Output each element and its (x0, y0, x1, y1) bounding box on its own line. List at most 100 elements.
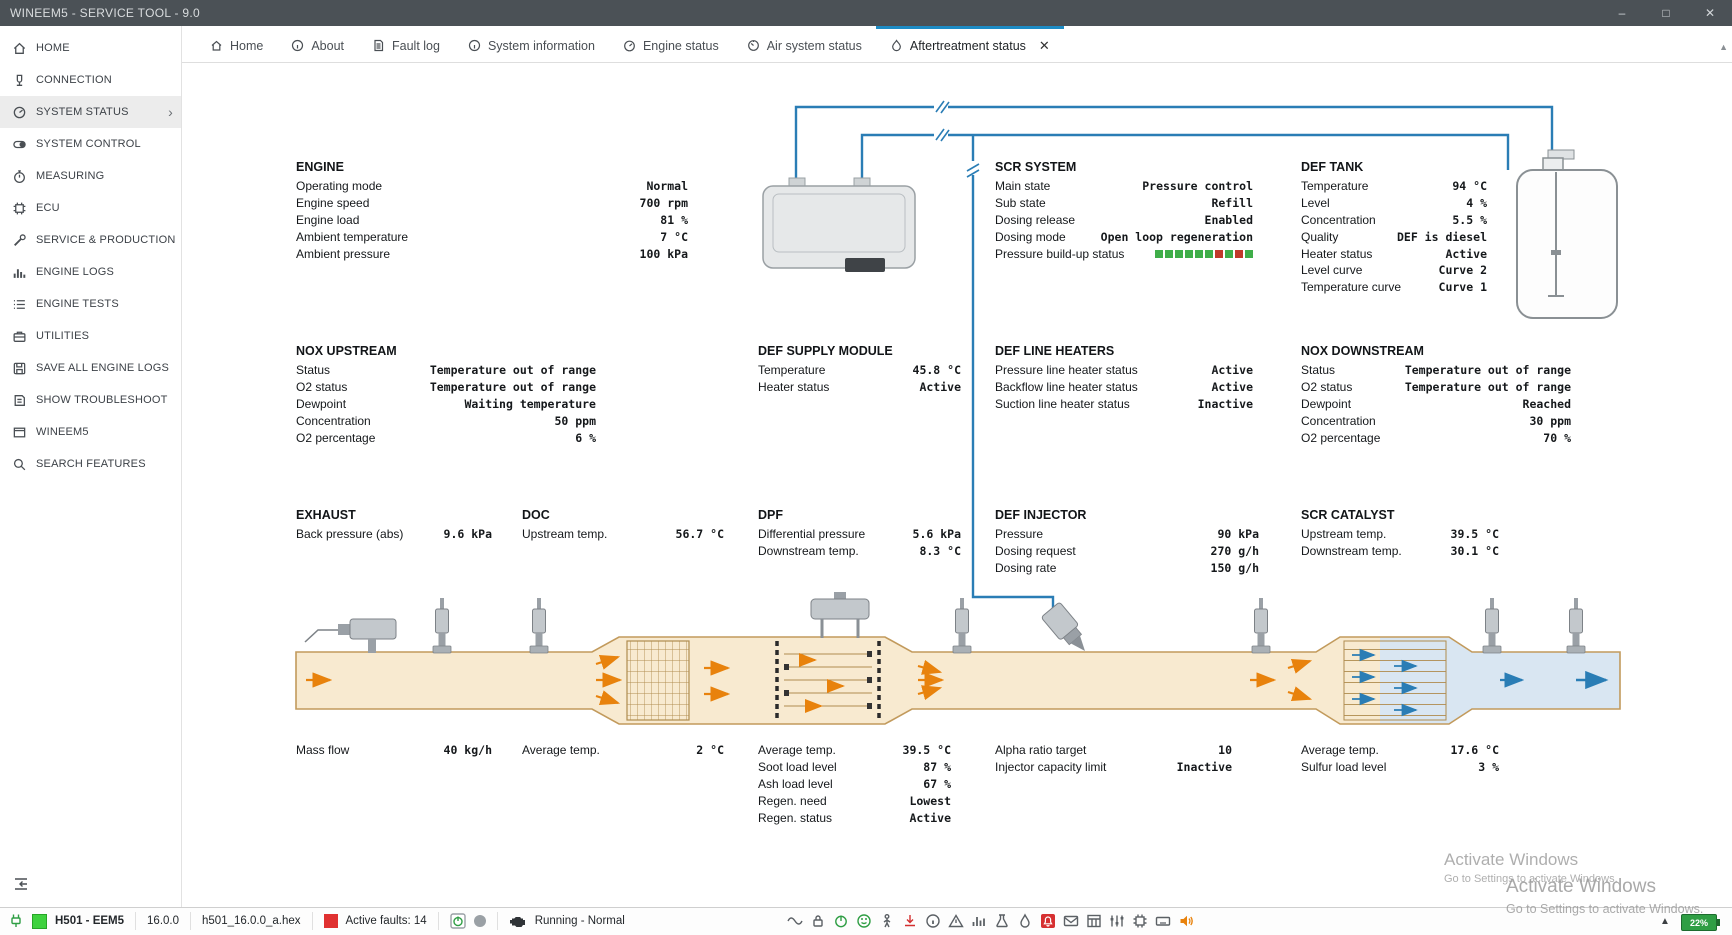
panel-dpf-bottom: Average temp.39.5 °CSoot load level87 %A… (758, 742, 951, 826)
minimize-button[interactable]: – (1600, 0, 1644, 26)
sidebar-item-label: CONNECTION (36, 74, 112, 86)
row-label: Upstream temp. (522, 527, 607, 541)
save-icon (12, 361, 27, 376)
row-label: Quality (1301, 230, 1338, 244)
stick-figure-icon[interactable] (879, 913, 895, 929)
status-square (1215, 250, 1223, 258)
row-value: Active (1211, 363, 1253, 377)
sidebar-item-utilities[interactable]: UTILITIES (0, 320, 181, 352)
chip-icon[interactable] (1132, 913, 1148, 929)
sidebar-item-home[interactable]: HOME (0, 32, 181, 64)
row-label: Heater status (1301, 247, 1372, 261)
collapse-sidebar-button[interactable] (12, 876, 30, 892)
tab-engine-status[interactable]: Engine status (609, 26, 733, 62)
tab-home[interactable]: Home (196, 26, 277, 62)
hidden-icons-arrow[interactable]: ▲ (1660, 916, 1670, 927)
gauge-icon (623, 39, 636, 52)
sidebar-item-service-production[interactable]: SERVICE & PRODUCTION (0, 224, 181, 256)
panel-scr-bottom: Average temp.17.6 °CSulfur load level3 % (1301, 742, 1499, 776)
panel-nox-upstream: NOX UPSTREAMStatusTemperature out of ran… (296, 344, 596, 446)
sidebar-item-system-status[interactable]: SYSTEM STATUS › (0, 96, 181, 128)
tab-bar: Home About Fault log System information … (182, 26, 1732, 63)
info-icon (468, 39, 481, 52)
info-icon[interactable] (925, 913, 941, 929)
sidebar-item-connection[interactable]: CONNECTION (0, 64, 181, 96)
sidebar-item-system-control[interactable]: SYSTEM CONTROL (0, 128, 181, 160)
sliders-icon[interactable] (1109, 913, 1125, 929)
panel-injector-bottom: Alpha ratio target10Injector capacity li… (995, 742, 1232, 776)
signal-icon[interactable] (787, 913, 803, 929)
sidebar-item-label: SAVE ALL ENGINE LOGS (36, 362, 169, 374)
row-value: Active (909, 811, 951, 825)
home-icon (210, 39, 223, 52)
row-value: 9.6 kPa (444, 527, 492, 541)
data-row: Ambient pressure100 kPa (296, 245, 688, 262)
close-button[interactable]: ✕ (1688, 0, 1732, 26)
tab-about[interactable]: About (277, 26, 358, 62)
lock-icon[interactable] (810, 913, 826, 929)
smiley-icon[interactable] (856, 913, 872, 929)
scr-upstream-sensor (1252, 598, 1270, 653)
row-value: 270 g/h (1211, 544, 1259, 558)
row-value: 70 % (1543, 431, 1571, 445)
sidebar-item-ecu[interactable]: ECU (0, 192, 181, 224)
sidebar-item-show-troubleshoot[interactable]: SHOW TROUBLESHOOT (0, 384, 181, 416)
power-icon[interactable] (833, 913, 849, 929)
row-value: 5.5 % (1452, 213, 1487, 227)
droplet-icon[interactable] (1017, 913, 1033, 929)
flask-icon[interactable] (994, 913, 1010, 929)
panel-title: SCR CATALYST (1301, 508, 1499, 522)
sidebar-item-engine-tests[interactable]: ENGINE TESTS (0, 288, 181, 320)
data-row: Mass flow40 kg/h (296, 742, 492, 759)
panel-exhaust: EXHAUSTBack pressure (abs)9.6 kPa (296, 508, 492, 543)
dpf-pressure-sensor (811, 592, 869, 638)
exhaust-sensor (433, 598, 451, 653)
data-row: Dosing modeOpen loop regeneration (995, 228, 1253, 245)
grid-icon[interactable] (1086, 913, 1102, 929)
row-label: Injector capacity limit (995, 760, 1106, 774)
row-value: Inactive (1198, 397, 1253, 411)
row-label: Pressure (995, 527, 1043, 541)
sidebar-item-engine-logs[interactable]: ENGINE LOGS (0, 256, 181, 288)
maximize-button[interactable]: □ (1644, 0, 1688, 26)
active-faults-label[interactable]: Active faults: 14 (346, 915, 427, 927)
tab-aftertreatment-status[interactable]: Aftertreatment status ✕ (876, 26, 1064, 62)
download-icon[interactable] (902, 913, 918, 929)
data-row: Pressure90 kPa (995, 526, 1259, 543)
data-row: Pressure build-up status (995, 245, 1253, 262)
activate-windows-watermark: Activate Windows Go to Settings to activ… (1444, 850, 1618, 887)
row-label: Average temp. (522, 743, 600, 757)
keyboard-icon[interactable] (1155, 913, 1171, 929)
warning-icon[interactable] (948, 913, 964, 929)
close-tab-icon[interactable]: ✕ (1039, 38, 1050, 54)
sidebar-item-wineem5[interactable]: WINEEM5 (0, 416, 181, 448)
sidebar-item-save-all-engine-logs[interactable]: SAVE ALL ENGINE LOGS (0, 352, 181, 384)
data-row: Injector capacity limitInactive (995, 759, 1232, 776)
data-row: Back pressure (abs) 9.6 kPa (296, 526, 492, 543)
row-label: Dosing release (995, 213, 1075, 227)
window-icon (12, 425, 27, 440)
mass-flow-sensor (305, 619, 396, 653)
speaker-icon[interactable] (1178, 913, 1194, 929)
alarm-icon[interactable] (1040, 913, 1056, 929)
panel-def-supply-module: DEF SUPPLY MODULETemperature45.8 °CHeate… (758, 344, 961, 396)
data-row: Pressure line heater statusActive (995, 362, 1253, 379)
stopwatch-icon (12, 169, 27, 184)
flame-icon (890, 39, 903, 52)
tab-system-information[interactable]: System information (454, 26, 609, 62)
row-value: Curve 2 (1439, 263, 1487, 277)
panel-title: DPF (758, 508, 961, 522)
mail-icon[interactable] (1063, 913, 1079, 929)
row-label: Temperature (1301, 179, 1368, 193)
data-row: Engine load81 % (296, 212, 688, 229)
sidebar-item-measuring[interactable]: MEASURING (0, 160, 181, 192)
row-label: O2 status (1301, 380, 1352, 394)
sidebar-item-search-features[interactable]: SEARCH FEATURES (0, 448, 181, 480)
data-row: Backflow line heater statusActive (995, 379, 1253, 396)
chart-icon[interactable] (971, 913, 987, 929)
row-value: 50 ppm (554, 414, 596, 428)
tab-fault-log[interactable]: Fault log (358, 26, 454, 62)
scroll-up-arrow[interactable]: ▲ (1719, 42, 1728, 52)
row-label: Back pressure (abs) (296, 527, 403, 541)
tab-air-system-status[interactable]: Air system status (733, 26, 876, 62)
